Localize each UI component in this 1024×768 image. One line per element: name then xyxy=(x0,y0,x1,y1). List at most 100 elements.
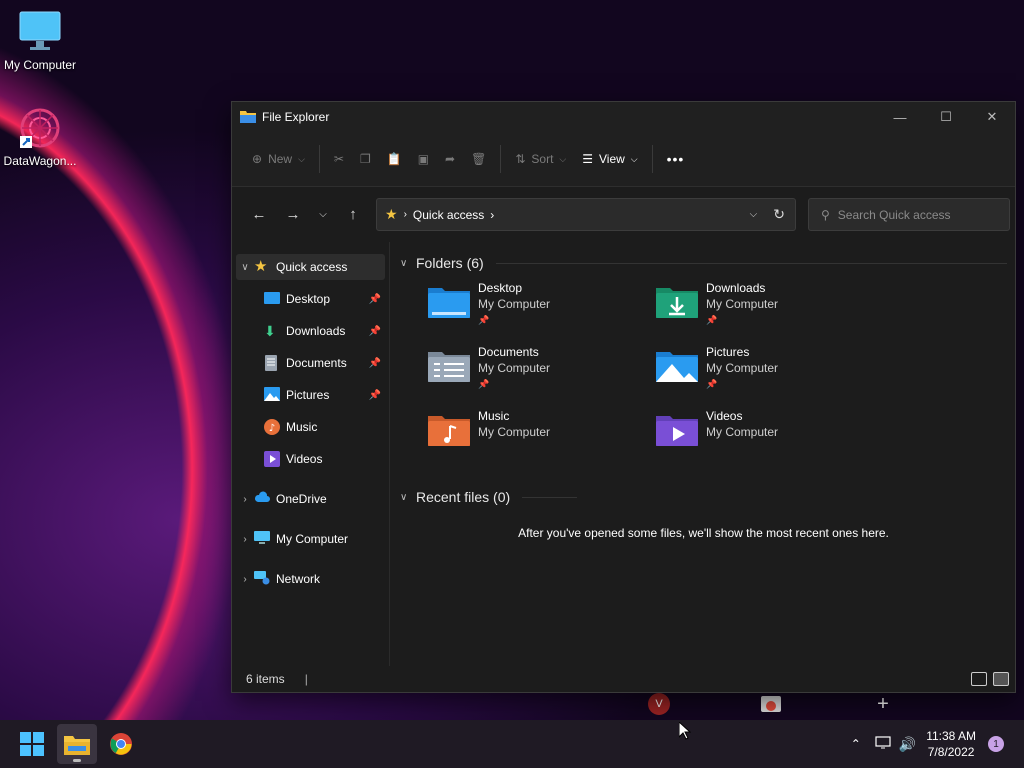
mouse-cursor-icon xyxy=(678,720,692,743)
address-bar[interactable]: ★ › Quick access › ⌵ ↻ xyxy=(376,198,796,231)
videos-folder-icon xyxy=(654,412,700,452)
cut-button[interactable]: ✂ xyxy=(326,143,352,175)
folder-name: Documents xyxy=(478,345,539,359)
status-divider: | xyxy=(304,672,308,686)
pin-icon[interactable]: 📌 xyxy=(369,358,381,369)
desktop-icon-my-computer[interactable]: My Computer xyxy=(0,10,80,72)
up-button[interactable]: ↑ xyxy=(336,200,370,230)
view-button[interactable]: ☰ View ⌵ xyxy=(574,143,645,175)
pictures-icon xyxy=(264,387,280,403)
title-bar[interactable]: File Explorer — ☐ ✕ xyxy=(232,102,1015,132)
sort-button[interactable]: ⇅ Sort ⌵ xyxy=(507,143,574,175)
chevron-right-icon[interactable]: › xyxy=(236,534,254,545)
folder-tile-music[interactable]: Music My Computer xyxy=(426,408,654,472)
recent-empty-message: After you've opened some files, we'll sh… xyxy=(518,526,889,540)
more-options-button[interactable]: ••• xyxy=(659,143,693,175)
recent-locations-button[interactable]: ⌵ xyxy=(310,200,336,230)
sidebar-item-downloads[interactable]: ⬇ Downloads 📌 xyxy=(236,318,385,344)
sidebar-item-quick-access[interactable]: ∨ ★ Quick access xyxy=(236,254,385,280)
toolbar-divider xyxy=(651,145,653,173)
copy-button[interactable]: ❐ xyxy=(352,143,379,175)
sidebar-item-onedrive[interactable]: › OneDrive xyxy=(236,486,385,512)
documents-folder-icon xyxy=(426,348,472,388)
address-history-dropdown[interactable]: ⌵ xyxy=(750,209,758,220)
star-icon: ★ xyxy=(385,206,398,222)
pin-icon[interactable]: 📌 xyxy=(369,326,381,337)
share-icon: ➦ xyxy=(445,152,456,166)
notification-badge[interactable]: 1 xyxy=(988,736,1004,752)
clock[interactable]: 11:38 AM 7/8/2022 xyxy=(926,728,976,760)
scissors-icon: ✂ xyxy=(333,152,344,166)
network-icon xyxy=(254,571,270,587)
music-folder-icon xyxy=(426,412,472,452)
pin-icon[interactable]: 📌 xyxy=(369,390,381,401)
chevron-right-icon[interactable]: › xyxy=(236,494,254,505)
back-button[interactable]: ← xyxy=(242,200,276,230)
breadcrumb-chevron-icon: › xyxy=(490,207,495,222)
forward-button[interactable]: → xyxy=(276,200,310,230)
network-status-icon[interactable] xyxy=(875,735,891,753)
pin-icon[interactable]: 📌 xyxy=(369,294,381,305)
search-box[interactable]: ⚲ xyxy=(808,198,1010,231)
chevron-right-icon[interactable]: › xyxy=(236,574,254,585)
copy-icon: ❐ xyxy=(359,152,371,166)
breadcrumb-quick-access[interactable]: Quick access xyxy=(413,208,484,222)
recent-files-section-header[interactable]: ∨ Recent files (0) xyxy=(400,486,1007,508)
search-icon: ⚲ xyxy=(821,207,830,222)
delete-button[interactable]: 🗑 xyxy=(463,143,494,175)
command-bar: ⊕ New ⌵ ✂ ❐ 📋 ▣ ➦ 🗑 ⇅ Sort ⌵ ☰ View ⌵ ••… xyxy=(232,132,1015,187)
folder-tile-desktop[interactable]: Desktop My Computer 📌 xyxy=(426,280,654,344)
arrow-right-icon: → xyxy=(285,206,301,223)
chevron-down-icon[interactable]: ∨ xyxy=(400,492,414,503)
sidebar-item-documents[interactable]: Documents 📌 xyxy=(236,350,385,376)
folder-location: My Computer xyxy=(706,297,779,311)
chevron-down-icon[interactable]: ∨ xyxy=(236,262,254,273)
volume-icon[interactable]: 🔊 xyxy=(899,736,916,753)
folder-tile-pictures[interactable]: Pictures My Computer 📌 xyxy=(654,344,882,408)
taskbar-chrome[interactable] xyxy=(101,724,141,764)
sidebar-item-music[interactable]: ♪ Music xyxy=(236,414,385,440)
folder-tile-downloads[interactable]: Downloads My Computer 📌 xyxy=(654,280,882,344)
folder-location: My Computer xyxy=(478,361,551,375)
pictures-folder-icon xyxy=(654,348,700,388)
chevron-down-icon[interactable]: ∨ xyxy=(400,258,414,269)
navigation-pane: ∨ ★ Quick access Desktop 📌 ⬇ Downloads 📌… xyxy=(232,242,390,666)
folder-tile-videos[interactable]: Videos My Computer xyxy=(654,408,882,472)
share-button[interactable]: ➦ xyxy=(437,143,463,175)
sidebar-item-desktop[interactable]: Desktop 📌 xyxy=(236,286,385,312)
star-icon: ★ xyxy=(254,258,268,275)
floating-avatar-v[interactable]: V xyxy=(640,690,678,718)
desktop-icon-datawagon[interactable]: DataWagon... xyxy=(0,106,80,168)
start-button[interactable] xyxy=(12,724,52,764)
view-label: View xyxy=(599,152,625,166)
floating-app-icon[interactable] xyxy=(752,690,790,718)
monitor-icon xyxy=(18,10,62,54)
rename-button[interactable]: ▣ xyxy=(410,143,437,175)
sidebar-item-pictures[interactable]: Pictures 📌 xyxy=(236,382,385,408)
close-button[interactable]: ✕ xyxy=(969,102,1015,132)
sidebar-item-my-computer[interactable]: › My Computer xyxy=(236,526,385,552)
folder-location: My Computer xyxy=(478,425,551,439)
folders-section-header[interactable]: ∨ Folders (6) xyxy=(400,252,1007,274)
floating-plus-icon[interactable]: + xyxy=(864,690,902,718)
svg-text:♪: ♪ xyxy=(269,423,275,434)
sort-label: Sort xyxy=(531,152,554,166)
large-icons-view-button[interactable] xyxy=(993,672,1009,686)
cloud-icon xyxy=(254,491,270,507)
paste-button[interactable]: 📋 xyxy=(379,143,410,175)
search-input[interactable] xyxy=(837,207,988,222)
maximize-button[interactable]: ☐ xyxy=(923,102,969,132)
sidebar-item-label: Downloads xyxy=(286,324,346,338)
taskbar-file-explorer[interactable] xyxy=(57,724,97,764)
sidebar-item-label: Pictures xyxy=(286,388,330,402)
folder-tile-documents[interactable]: Documents My Computer 📌 xyxy=(426,344,654,408)
sidebar-item-network[interactable]: › Network xyxy=(236,566,385,592)
refresh-button[interactable]: ↻ xyxy=(773,206,785,223)
chevron-down-icon: ⌵ xyxy=(298,153,305,164)
details-view-button[interactable] xyxy=(971,672,987,686)
minimize-button[interactable]: — xyxy=(877,102,923,132)
sidebar-item-videos[interactable]: Videos xyxy=(236,446,385,472)
system-tray: ⌃ 🔊 11:38 AM 7/8/2022 1 xyxy=(851,720,1024,768)
show-hidden-icons-button[interactable]: ⌃ xyxy=(851,737,861,751)
new-button[interactable]: ⊕ New ⌵ xyxy=(244,143,313,175)
